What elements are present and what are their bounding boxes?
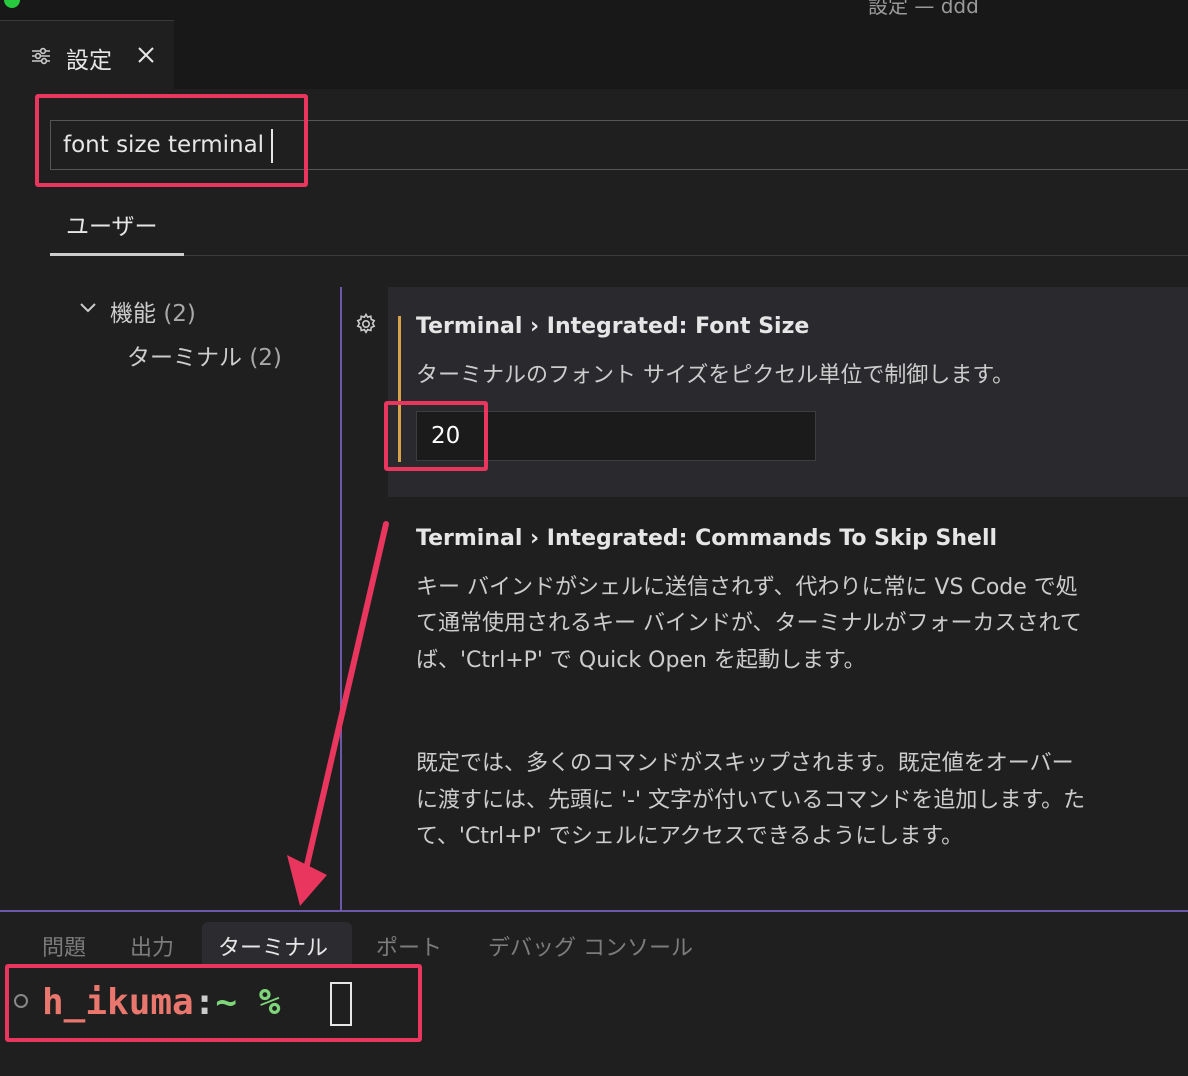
setting-description-line: て、'Ctrl+P' でシェルにアクセスできるようにします。 xyxy=(416,824,964,849)
window-traffic-light-icon[interactable] xyxy=(4,0,20,8)
panel-tab-problems[interactable]: 問題 xyxy=(42,930,86,962)
toc-item-terminal[interactable]: ターミナル (2) xyxy=(127,338,282,372)
active-scope-indicator xyxy=(50,253,184,256)
setting-description-line: て通常使用されるキー バインドが、ターミナルがフォーカスされて xyxy=(416,611,1082,636)
annotation-highlight-value xyxy=(384,401,488,471)
toc-item-count: (2) xyxy=(249,345,282,371)
setting-name: Font Size xyxy=(695,314,810,339)
toc-group-features[interactable]: 機能 (2) xyxy=(110,294,196,328)
toc-sash[interactable] xyxy=(340,287,342,910)
setting-title-commands-to-skip-shell: Terminal › Integrated: Commands To Skip … xyxy=(416,526,997,551)
tab-user-settings[interactable]: ユーザー xyxy=(66,207,158,241)
panel-tab-ports[interactable]: ポート xyxy=(376,930,442,962)
annotation-highlight-search xyxy=(35,94,308,187)
title-bar: 設定 — ddd xyxy=(0,0,1188,20)
editor-tab-bar: 設定 xyxy=(0,20,1188,89)
tab-label: 設定 xyxy=(66,48,112,74)
setting-description-line: に渡すには、先頭に '-' 文字が付いているコマンドを追加します。た xyxy=(416,788,1086,813)
setting-description-line: ば、'Ctrl+P' で Quick Open を起動します。 xyxy=(416,648,866,673)
toc-group-label: 機能 xyxy=(110,301,156,327)
panel-tab-output[interactable]: 出力 xyxy=(130,930,174,962)
annotation-highlight-terminal xyxy=(5,964,422,1042)
panel-tab-debug-console[interactable]: デバッグ コンソール xyxy=(488,930,693,962)
setting-description-line: キー バインドがシェルに送信されず、代わりに常に VS Code で処 xyxy=(416,575,1078,600)
window-title: 設定 — ddd xyxy=(868,0,979,18)
tab-settings[interactable]: 設定 xyxy=(0,20,174,89)
close-icon[interactable] xyxy=(134,43,158,67)
setting-title-font-size: Terminal › Integrated: Font Size xyxy=(416,314,809,339)
toc-group-count: (2) xyxy=(163,301,196,327)
gear-icon[interactable] xyxy=(354,312,378,336)
scope-divider xyxy=(50,255,1188,256)
panel-tab-terminal[interactable]: ターミナル xyxy=(218,930,328,962)
setting-description-line: 既定では、多くのコマンドがスキップされます。既定値をオーバー xyxy=(416,751,1074,776)
setting-name: Commands To Skip Shell xyxy=(695,526,998,551)
settings-sliders-icon xyxy=(32,47,50,65)
setting-category: Terminal › Integrated: xyxy=(416,526,696,551)
chevron-down-icon[interactable] xyxy=(78,298,98,318)
toc-item-label: ターミナル xyxy=(127,345,242,371)
setting-category: Terminal › Integrated: xyxy=(416,314,696,339)
setting-description: ターミナルのフォント サイズをピクセル単位で制御します。 xyxy=(416,363,1015,388)
